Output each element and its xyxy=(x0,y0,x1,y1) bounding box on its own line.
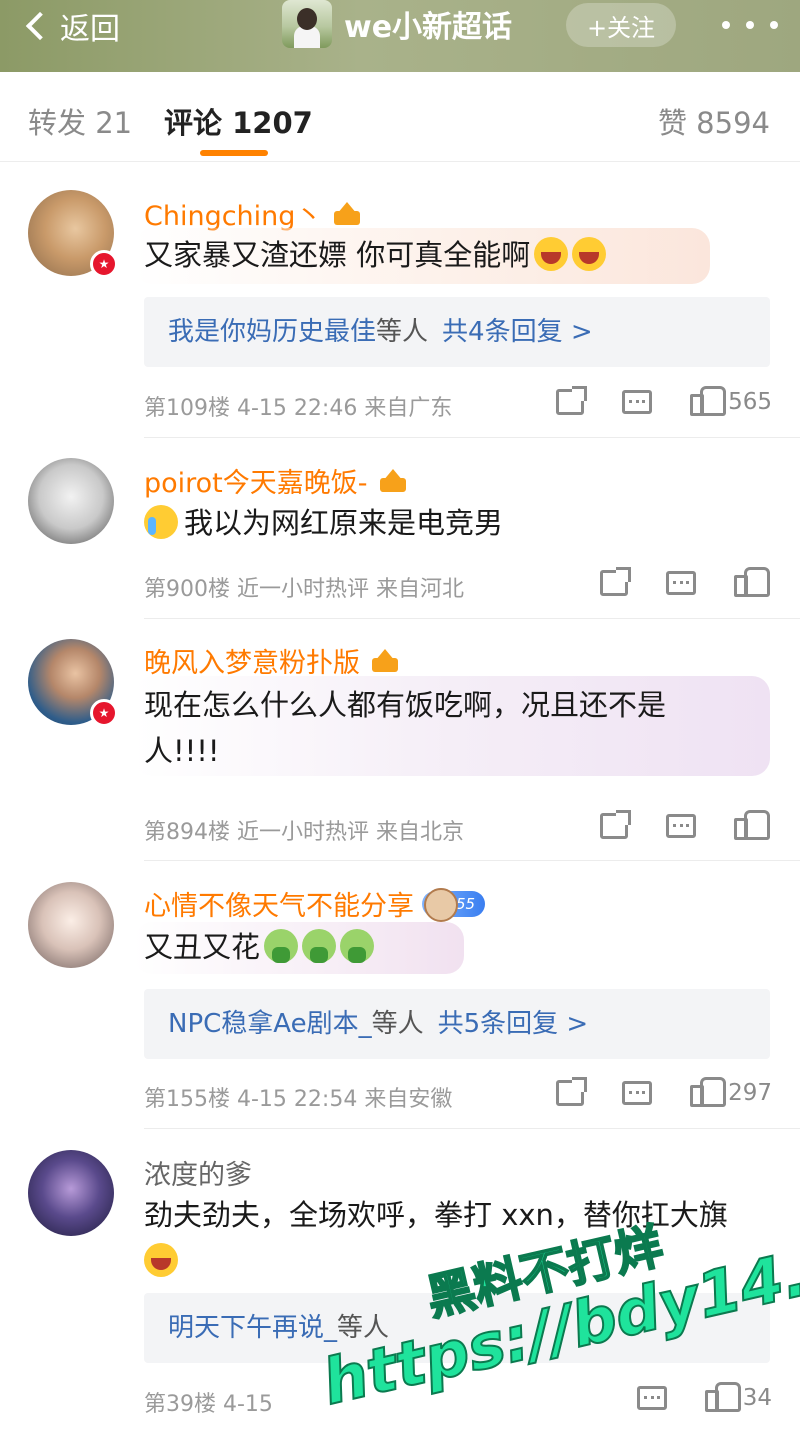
share-button[interactable] xyxy=(600,567,631,596)
tab-like[interactable]: 赞 8594 xyxy=(658,100,770,142)
comment-actions xyxy=(562,810,772,840)
comment-icon xyxy=(666,814,696,838)
topic-title[interactable]: we小新超话 xyxy=(282,0,513,48)
share-icon xyxy=(600,567,631,596)
comment-meta: 第155楼 4-15 22:54 来自安徽 xyxy=(144,1087,453,1112)
username[interactable]: 晚风入梦意粉扑版 xyxy=(144,641,400,680)
like-button[interactable]: 565 xyxy=(690,386,772,416)
avatar[interactable] xyxy=(28,458,114,544)
comment-icon xyxy=(636,1386,667,1410)
thumbs-up-icon xyxy=(734,810,770,840)
comment-text: 现在怎么什么人都有饭吃啊，况且还不是 人!!!! xyxy=(144,688,667,768)
verified-badge-icon: ★ xyxy=(90,699,118,727)
avatar[interactable]: ★ xyxy=(28,639,118,727)
reply-preview[interactable]: NPC稳拿Ae剧本_等人 共5条回复 > xyxy=(144,989,770,1059)
username[interactable]: 浓度的爹 xyxy=(144,1153,252,1192)
comment-actions: 565 xyxy=(518,386,772,416)
share-icon xyxy=(556,386,588,415)
crown-icon xyxy=(378,468,408,494)
share-icon xyxy=(556,1077,588,1106)
reply-button[interactable] xyxy=(622,390,653,414)
laugh-emoji-icon xyxy=(572,237,607,271)
divider xyxy=(144,1128,800,1129)
reply-preview[interactable]: 我是你妈历史最佳等人 共4条回复 > xyxy=(144,297,770,367)
avatar[interactable]: ★ xyxy=(28,190,118,278)
comment-icon xyxy=(666,571,696,595)
username[interactable]: poirot今天嘉晚饭- xyxy=(144,461,408,500)
avatar[interactable] xyxy=(28,882,114,968)
comment-meta: 第900楼 近一小时热评 来自河北 xyxy=(144,577,465,602)
verified-badge-icon: ★ xyxy=(90,250,118,278)
comment-icon xyxy=(622,1081,653,1105)
thumbs-up-icon xyxy=(690,1077,727,1107)
avatar[interactable] xyxy=(28,1150,114,1236)
thumbs-up-icon xyxy=(734,567,770,597)
like-button[interactable]: 34 xyxy=(704,1382,772,1412)
share-button[interactable] xyxy=(556,1077,588,1106)
share-button[interactable] xyxy=(600,810,631,839)
sick-emoji-icon xyxy=(302,929,337,963)
divider xyxy=(144,860,800,861)
comment-actions: 297 xyxy=(518,1077,772,1107)
comment-actions xyxy=(562,567,772,597)
more-options-icon[interactable] xyxy=(722,8,778,42)
comment-text: 我以为网红原来是电竞男 xyxy=(144,500,503,546)
tab-repost[interactable]: 转发 21 xyxy=(28,100,132,142)
reply-preview[interactable]: 明天下午再说_等人 xyxy=(144,1293,770,1363)
share-icon xyxy=(600,810,631,839)
reply-button[interactable] xyxy=(636,1386,667,1410)
comment-meta: 第894楼 近一小时热评 来自北京 xyxy=(144,820,465,845)
thumbs-up-icon xyxy=(704,1382,741,1412)
like-button[interactable]: 297 xyxy=(690,1077,772,1107)
crown-icon xyxy=(332,201,362,227)
crying-emoji-icon xyxy=(144,505,178,539)
divider xyxy=(144,618,800,619)
back-label: 返回 xyxy=(60,12,120,47)
reply-button[interactable] xyxy=(666,571,696,595)
level-badge: 55 xyxy=(422,887,486,922)
comment-text: 又丑又花 xyxy=(144,924,375,970)
crown-icon xyxy=(370,648,400,674)
follow-button[interactable]: +关注 xyxy=(566,3,676,47)
reply-button[interactable] xyxy=(622,1081,653,1105)
tab-bar: 转发 21 评论 1207 赞 8594 xyxy=(0,72,800,162)
top-bar: 返回 we小新超话 +关注 xyxy=(0,0,800,72)
comment-actions: 34 xyxy=(599,1382,772,1412)
thumbs-up-icon xyxy=(690,386,727,416)
topic-avatar xyxy=(282,0,332,48)
divider xyxy=(144,437,800,438)
like-button[interactable] xyxy=(734,567,772,597)
comment-text: 劲夫劲夫，全场欢呼，拳打 xxn，替你扛大旗 xyxy=(144,1192,728,1284)
like-button[interactable] xyxy=(734,810,772,840)
username[interactable]: 心情不像天气不能分享 55 xyxy=(144,884,486,923)
laugh-emoji-icon xyxy=(144,1243,178,1277)
comment-text: 又家暴又渣还嫖 你可真全能啊 xyxy=(144,232,607,278)
comment-meta: 第109楼 4-15 22:46 来自广东 xyxy=(144,396,453,421)
reply-button[interactable] xyxy=(666,814,696,838)
sick-emoji-icon xyxy=(264,929,299,963)
chevron-left-icon xyxy=(25,11,55,41)
comment-icon xyxy=(622,390,653,414)
active-tab-indicator xyxy=(200,150,268,156)
sick-emoji-icon xyxy=(340,929,375,963)
share-button[interactable] xyxy=(556,386,588,415)
laugh-emoji-icon xyxy=(534,237,569,271)
topic-name: we小新超话 xyxy=(344,10,513,45)
back-button[interactable]: 返回 xyxy=(22,6,120,47)
comment-meta: 第39楼 4-15 xyxy=(144,1392,273,1417)
